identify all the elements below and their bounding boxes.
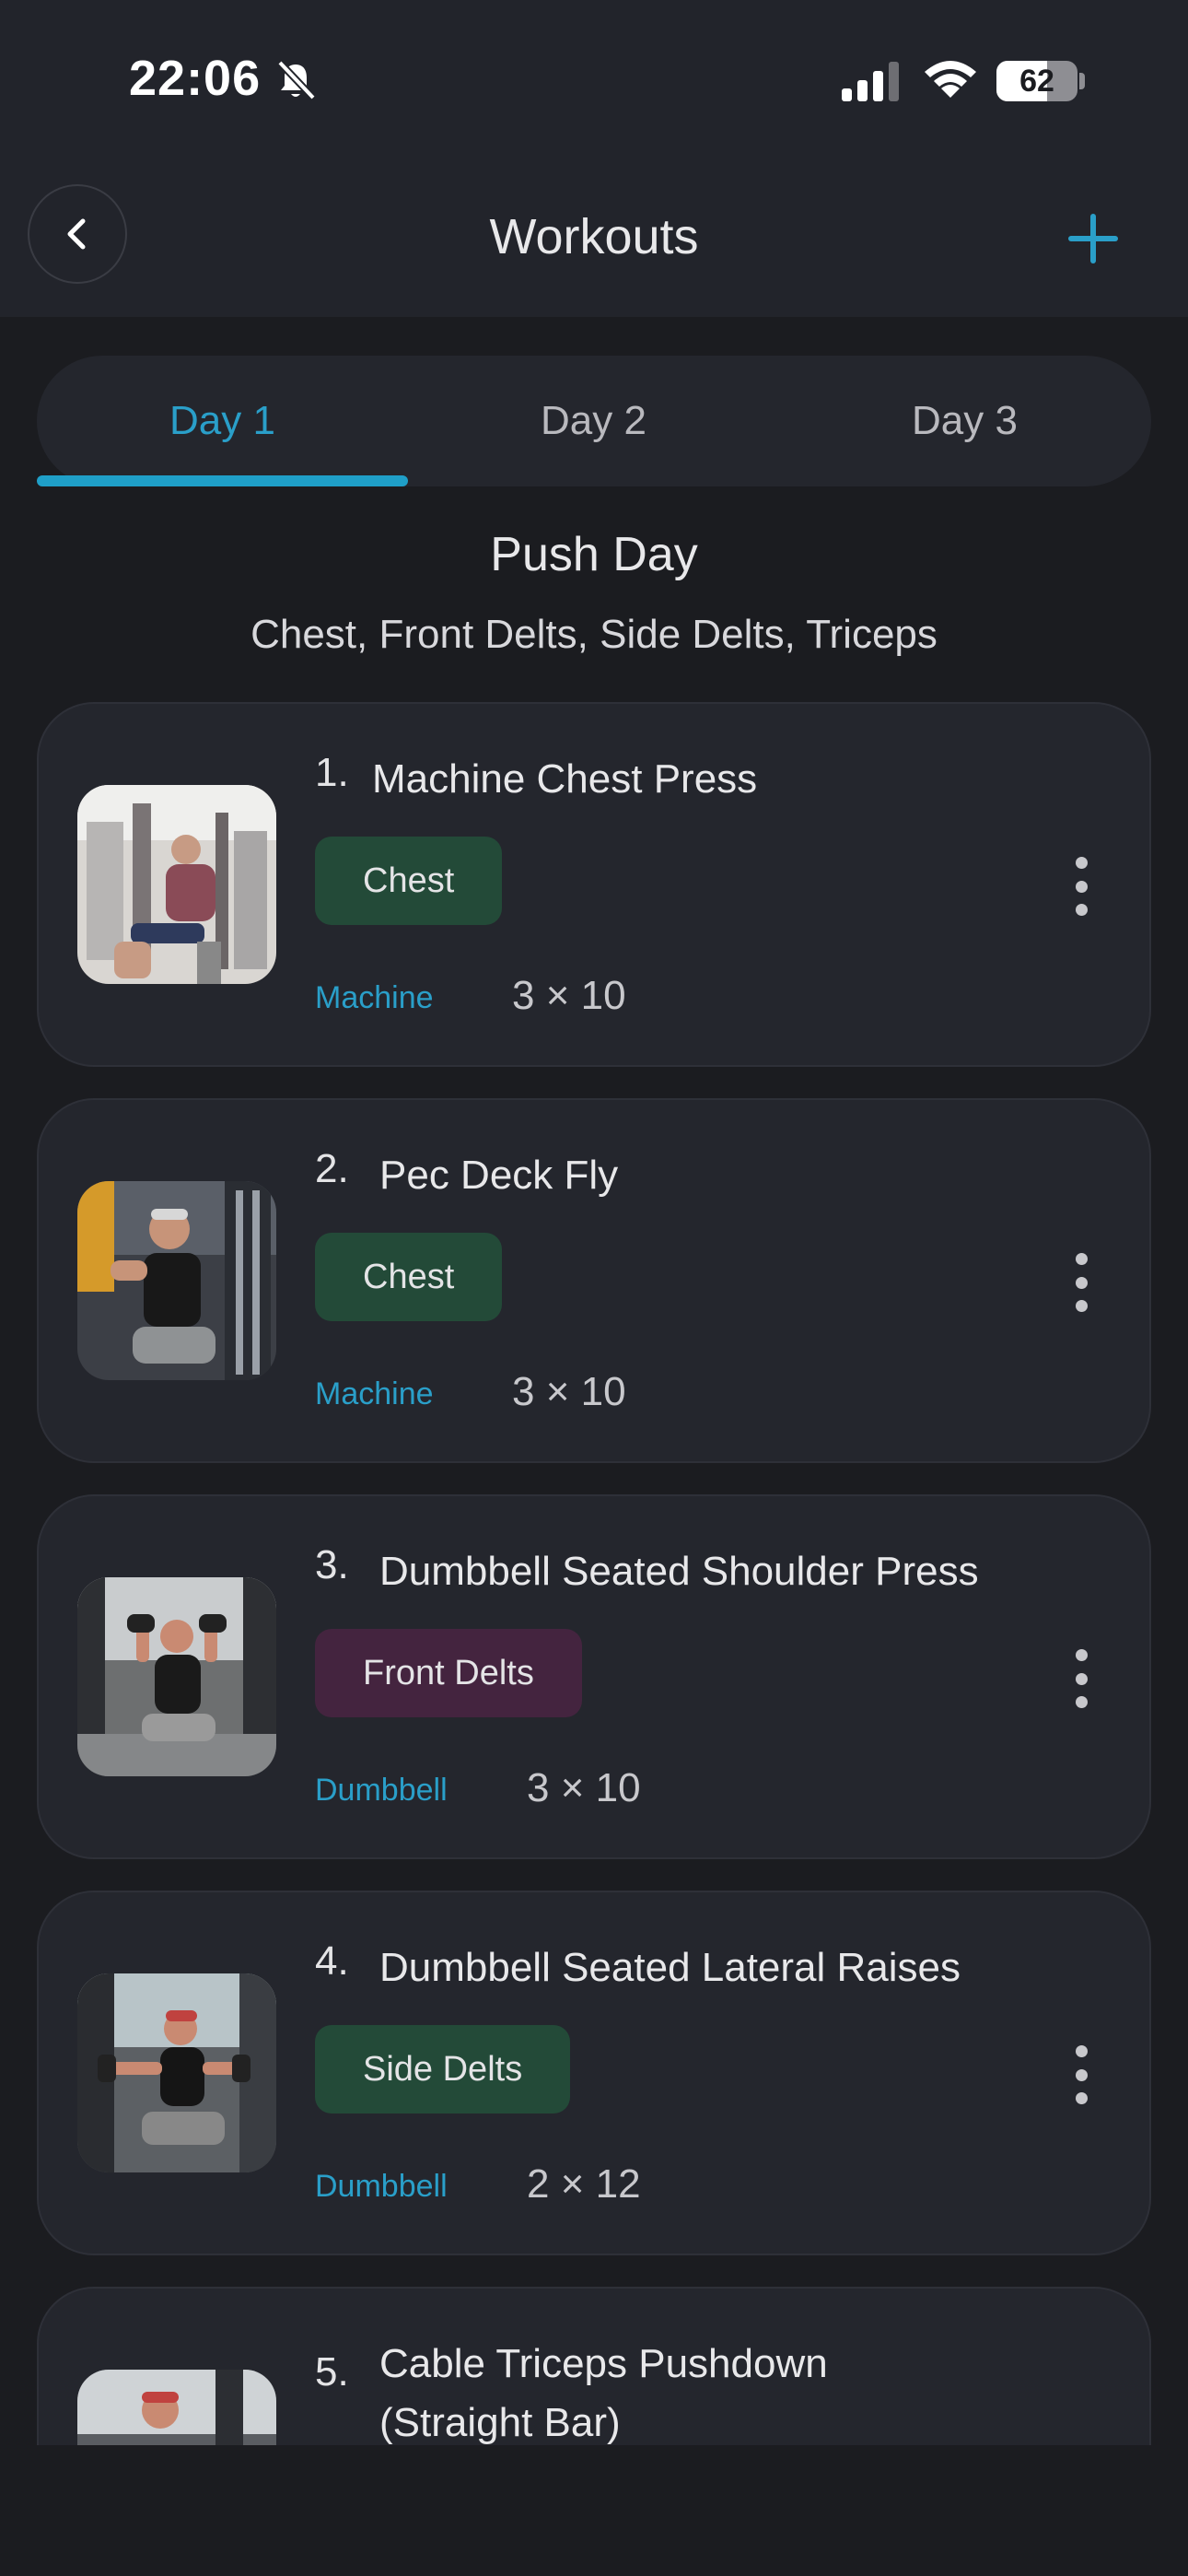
wifi-icon [925,61,976,98]
exercise-card[interactable]: 1. Machine Chest Press Chest Machine 3 ×… [37,702,1151,1067]
bottom-safe-area [0,2445,1188,2576]
exercise-number: 5. [315,2349,349,2395]
status-time: 22:06 [129,51,262,106]
exercise-number: 1. [315,750,349,795]
exercise-name: Dumbbell Seated Lateral Raises [379,1945,961,1990]
exercise-thumbnail [77,1973,276,2172]
sets-reps: 3 × 10 [512,973,626,1018]
more-options-button[interactable] [1070,857,1092,916]
tab-day-1[interactable]: Day 1 [37,356,408,486]
day-title: Push Day [490,528,698,581]
exercise-name: Pec Deck Fly [379,1153,619,1198]
exercise-number: 3. [315,1542,349,1587]
sets-reps: 3 × 10 [512,1369,626,1414]
exercise-card[interactable]: 3. Dumbbell Seated Shoulder Press Front … [37,1494,1151,1859]
cellular-signal-icon [842,62,899,101]
page-title: Workouts [489,209,699,264]
exercise-thumbnail [77,2370,276,2445]
more-options-button[interactable] [1070,1649,1092,1708]
equipment-label: Machine [315,980,434,1015]
more-options-button[interactable] [1070,1253,1092,1312]
status-bar: 22:06 62 [0,0,1188,157]
active-tab-indicator [37,475,408,486]
exercise-thumbnail [77,785,276,984]
more-options-button[interactable] [1070,2045,1092,2104]
tab-day-3[interactable]: Day 3 [779,356,1150,486]
equipment-label: Dumbbell [315,1773,448,1808]
battery-icon: 62 [996,61,1077,101]
add-workout-button[interactable] [1059,205,1127,273]
exercise-card[interactable]: 4. Dumbbell Seated Lateral Raises Side D… [37,1891,1151,2255]
muscle-tag: Front Delts [315,1629,582,1717]
bell-muted-icon [277,60,316,100]
exercise-thumbnail [77,1577,276,1776]
day-muscle-groups: Chest, Front Delts, Side Delts, Triceps [250,612,938,657]
exercise-list: 1. Machine Chest Press Chest Machine 3 ×… [37,702,1151,2445]
nav-bar: Workouts [0,157,1188,317]
muscle-tag: Chest [315,1233,503,1321]
exercise-card[interactable]: 2. Pec Deck Fly Chest Machine 3 × 10 [37,1098,1151,1463]
equipment-label: Machine [315,1376,434,1411]
battery-level: 62 [1019,63,1054,99]
muscle-tag: Chest [315,837,503,925]
muscle-tag: Side Delts [315,2025,571,2113]
exercise-name: Dumbbell Seated Shoulder Press [379,1549,979,1594]
day-tabs: Day 1 Day 2 Day 3 [37,356,1151,486]
plus-icon [1068,214,1118,263]
exercise-number: 4. [315,1938,349,1984]
equipment-label: Dumbbell [315,2169,448,2204]
exercise-name: Cable Triceps Pushdown (Straight Bar) [379,2341,828,2445]
exercise-name: Machine Chest Press [372,756,758,802]
exercise-number: 2. [315,1146,349,1191]
tab-day-2[interactable]: Day 2 [408,356,779,486]
sets-reps: 2 × 12 [527,2161,641,2207]
exercise-thumbnail [77,1181,276,1380]
battery-tip [1079,73,1085,89]
exercise-card[interactable]: 5. Cable Triceps Pushdown (Straight Bar) [37,2287,1151,2445]
sets-reps: 3 × 10 [527,1765,641,1810]
